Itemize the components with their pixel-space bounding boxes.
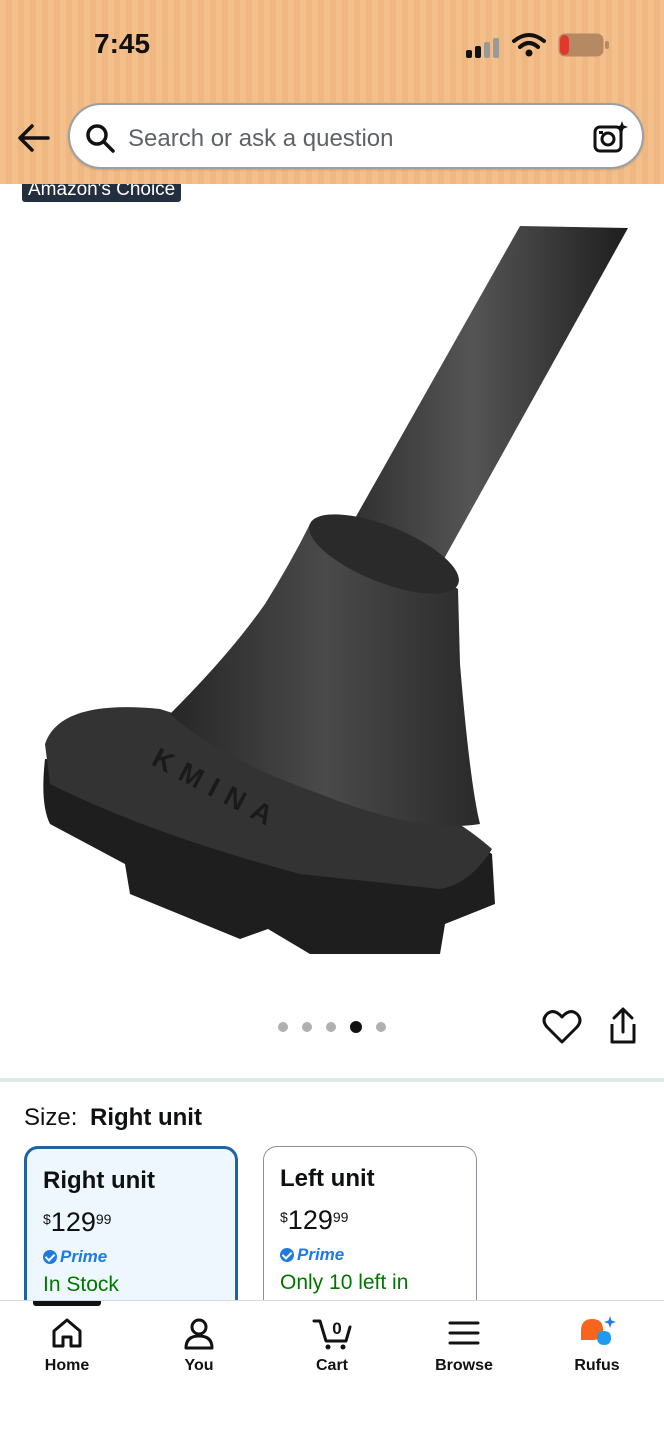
- cellular-signal-icon: [466, 36, 502, 58]
- search-icon: [86, 124, 115, 153]
- image-carousel-indicator: [274, 1018, 394, 1034]
- app-header: 7:45 Search or ask a question: [0, 0, 664, 184]
- carousel-dot[interactable]: [278, 1022, 288, 1032]
- prime-badge: Prime: [280, 1245, 344, 1265]
- person-icon: [184, 1318, 214, 1350]
- nav-active-indicator: [33, 1301, 101, 1306]
- camera-search-icon[interactable]: [592, 119, 628, 155]
- back-arrow-icon[interactable]: [14, 118, 54, 158]
- bottom-navigation: Home You 0 Cart Browse Rufus: [0, 1300, 664, 1440]
- nav-browse[interactable]: Browse: [409, 1315, 519, 1379]
- prime-check-icon: [280, 1248, 294, 1262]
- stock-status: In Stock: [43, 1273, 119, 1296]
- carousel-dot[interactable]: [376, 1022, 386, 1032]
- wifi-icon: [512, 33, 546, 57]
- option-price: $12999: [280, 1205, 349, 1235]
- share-icon[interactable]: [604, 1006, 642, 1046]
- svg-text:0: 0: [332, 1319, 341, 1338]
- prime-check-icon: [43, 1250, 57, 1264]
- nav-rufus[interactable]: Rufus: [542, 1315, 652, 1379]
- search-placeholder: Search or ask a question: [128, 125, 394, 152]
- size-selected-value: Right unit: [90, 1104, 202, 1131]
- section-divider: [0, 1078, 664, 1082]
- prime-badge: Prime: [43, 1247, 107, 1267]
- carousel-dot-active[interactable]: [350, 1021, 362, 1033]
- nav-cart[interactable]: 0 Cart: [277, 1315, 387, 1379]
- nav-home[interactable]: Home: [12, 1315, 122, 1379]
- battery-icon: [558, 33, 609, 57]
- option-title: Right unit: [43, 1167, 155, 1194]
- option-price: $12999: [43, 1207, 112, 1237]
- home-icon: [52, 1318, 82, 1348]
- search-input[interactable]: Search or ask a question: [68, 103, 644, 169]
- status-time: 7:45: [94, 28, 151, 59]
- menu-icon: [448, 1321, 480, 1345]
- stock-status: Only 10 left in: [280, 1271, 409, 1294]
- rufus-icon: [581, 1316, 616, 1345]
- carousel-dot[interactable]: [302, 1022, 312, 1032]
- cart-icon: 0: [312, 1319, 352, 1350]
- size-option-right-unit[interactable]: Right unit $12999 Prime In Stock: [24, 1146, 238, 1316]
- product-image[interactable]: KMINA: [0, 184, 664, 984]
- nav-you[interactable]: You: [144, 1315, 254, 1379]
- heart-icon[interactable]: [542, 1008, 582, 1046]
- option-title: Left unit: [280, 1165, 375, 1192]
- size-label: Size:: [24, 1104, 78, 1131]
- size-option-left-unit[interactable]: Left unit $12999 Prime Only 10 left in: [263, 1146, 477, 1316]
- carousel-dot[interactable]: [326, 1022, 336, 1032]
